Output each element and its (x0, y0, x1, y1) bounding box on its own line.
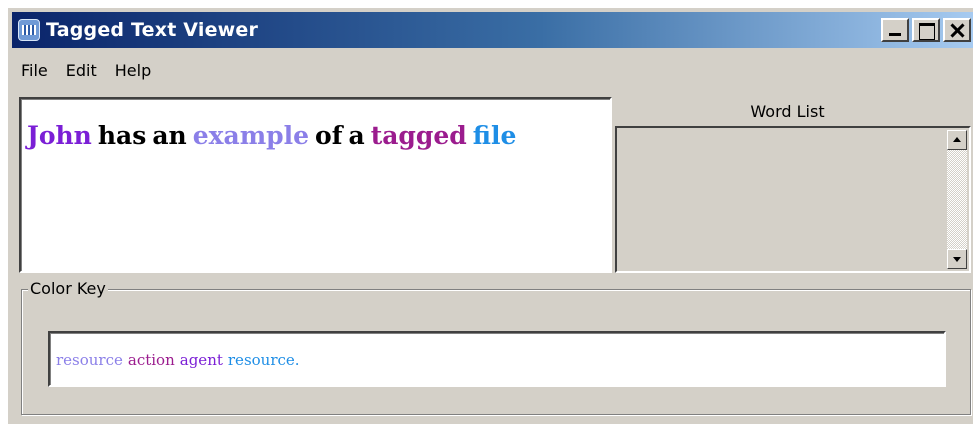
tagged-word: a (348, 121, 365, 150)
tagged-word: example (192, 121, 310, 150)
title-bar[interactable]: Tagged Text Viewer (12, 12, 973, 48)
word-list-header: Word List (750, 102, 825, 121)
color-key-group: Color Key resource action agent resource. (21, 279, 971, 415)
window-title: Tagged Text Viewer (46, 19, 259, 41)
menu-edit[interactable]: Edit (58, 59, 107, 85)
tagged-text-viewer-window: Tagged Text Viewer File Edit Help John ha… (8, 8, 973, 424)
tagged-word: has (97, 121, 147, 150)
caption-buttons (878, 18, 971, 42)
tagged-word: tagged (370, 121, 467, 150)
word-list-scrollbar[interactable] (947, 130, 967, 269)
arrow-up-icon (953, 137, 961, 142)
tagged-word: John (27, 121, 92, 150)
tagged-word: of (315, 121, 343, 150)
color-key-entry: agent (179, 351, 223, 369)
color-key-entry: action (127, 351, 175, 369)
menu-bar: File Edit Help (13, 59, 161, 85)
color-key-line: resource action agent resource. (56, 351, 305, 369)
menu-file[interactable]: File (13, 59, 58, 85)
color-key-label: Color Key (28, 279, 108, 298)
close-button[interactable] (943, 18, 971, 42)
tagged-text-area[interactable]: John has an example of a tagged file (19, 97, 612, 273)
color-key-entry: resource (56, 351, 123, 369)
maximize-button[interactable] (912, 18, 940, 42)
scroll-up-button[interactable] (947, 130, 967, 150)
menu-help[interactable]: Help (107, 59, 161, 85)
word-list[interactable] (615, 126, 971, 273)
app-icon[interactable] (18, 19, 40, 41)
tagged-word: an (152, 121, 187, 150)
minimize-button[interactable] (881, 18, 909, 42)
tagged-word: file (472, 121, 517, 150)
arrow-down-icon (953, 257, 961, 262)
color-key-field[interactable]: resource action agent resource. (48, 331, 946, 387)
scroll-down-button[interactable] (947, 249, 967, 269)
tagged-text-line: John has an example of a tagged file (27, 121, 522, 150)
color-key-entry: resource. (227, 351, 300, 369)
